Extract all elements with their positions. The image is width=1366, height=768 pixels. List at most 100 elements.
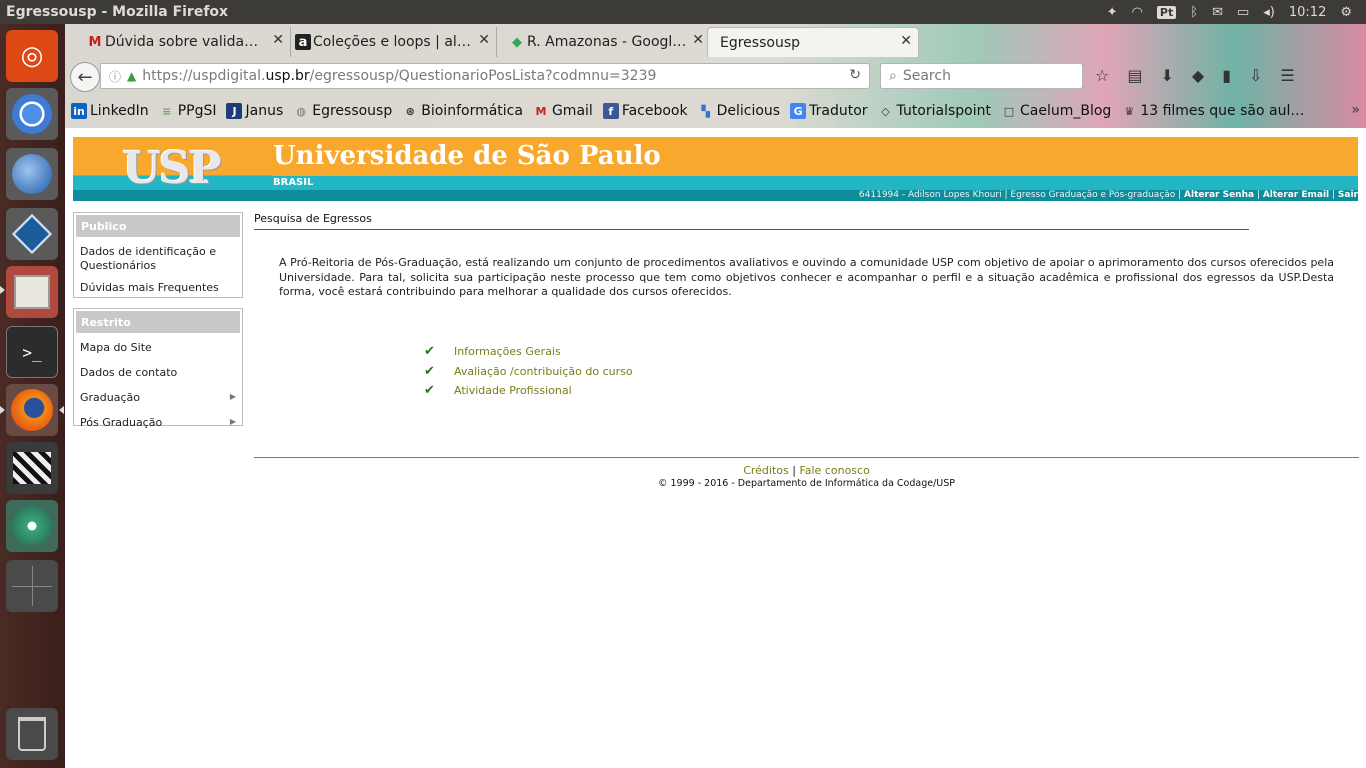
sidebar-item-pos-graduacao[interactable]: Pós Graduação ▶ <box>74 410 242 435</box>
close-tab-icon[interactable]: ✕ <box>900 33 912 49</box>
launcher-focused-indicator <box>59 406 64 414</box>
ubuntu-dash-icon[interactable]: ◎ <box>6 30 58 82</box>
keyboard-layout-indicator[interactable]: Pt <box>1156 5 1177 19</box>
gmail-icon: M <box>535 104 547 118</box>
toolbar-icons: ☆ ▤ ⬇ ◆ ▮ ⇩ ☰ <box>1095 66 1295 85</box>
url-prefix: https://uspdigital. <box>142 68 266 84</box>
sidebar-restrito: Restrito Mapa do Site Dados de contato G… <box>73 308 243 429</box>
footer-divider <box>254 457 1359 458</box>
checkmark-icon: ✔ <box>424 363 435 379</box>
bookmark-gmail[interactable]: M Gmail <box>533 103 592 119</box>
bookmark-bioinformatica[interactable]: ⊛ Bioinformática <box>402 103 523 119</box>
power-icon[interactable]: ⚙ <box>1340 5 1352 20</box>
tab-egressousp[interactable]: Egressousp ✕ <box>707 27 919 57</box>
extension-icon[interactable]: ◆ <box>1192 66 1204 85</box>
questionnaire-link[interactable]: Informações Gerais <box>454 345 561 358</box>
trash-icon[interactable] <box>6 708 58 760</box>
back-button[interactable]: ← <box>70 62 100 92</box>
bookmark-tradutor[interactable]: G Tradutor <box>790 103 868 119</box>
bookmark-label: Tradutor <box>809 103 868 119</box>
sidebar-item-dados-identificacao[interactable]: Dados de identificação e Questionários <box>74 239 242 278</box>
close-tab-icon[interactable]: ✕ <box>272 32 284 48</box>
chromium-icon[interactable] <box>6 88 58 140</box>
save-page-icon[interactable]: ⇩ <box>1249 66 1262 85</box>
sidebar-heading-restrito: Restrito <box>76 311 240 333</box>
bookmark-caelum-blog[interactable]: □ Caelum_Blog <box>1001 103 1112 119</box>
bioinformatica-icon: ⊛ <box>405 104 415 118</box>
battery-icon[interactable]: ▭ <box>1237 5 1249 20</box>
list-item[interactable]: ✔ Avaliação /contribuição do curso <box>424 362 633 382</box>
questionnaire-link[interactable]: Atividade Profissional <box>454 384 572 397</box>
usp-logo[interactable]: USP <box>109 143 233 194</box>
downloads-icon[interactable]: ⬇ <box>1160 66 1173 85</box>
fale-conosco-link[interactable]: Fale conosco <box>799 464 869 477</box>
video-editor-icon[interactable] <box>6 442 58 494</box>
list-item[interactable]: ✔ Informações Gerais <box>424 342 633 362</box>
alura-favicon-icon: a <box>295 34 311 50</box>
sidebar-item-mapa-site[interactable]: Mapa do Site <box>74 335 242 360</box>
chevron-right-icon[interactable]: » <box>1351 102 1360 118</box>
bookmark-delicious[interactable]: ▚ Delicious <box>698 103 781 119</box>
tab-google-maps[interactable]: ◆ R. Amazonas - Googl… ✕ <box>505 27 711 57</box>
list-item[interactable]: ✔ Atividade Profissional <box>424 381 633 401</box>
mail-icon[interactable]: ✉ <box>1212 5 1223 20</box>
bookmark-facebook[interactable]: f Facebook <box>602 103 688 119</box>
bookmark-label: Bioinformática <box>421 103 523 119</box>
google-translate-icon: G <box>790 103 807 119</box>
volume-icon[interactable]: ◂) <box>1263 5 1275 20</box>
sidebar-item-duvidas[interactable]: Dúvidas mais Frequentes <box>74 278 242 300</box>
close-tab-icon[interactable]: ✕ <box>692 32 704 48</box>
search-bar[interactable]: ⌕ Search <box>880 63 1083 89</box>
sidebar-item-label: Mapa do Site <box>80 341 152 354</box>
clipboard-icon[interactable]: ▮ <box>1222 66 1231 85</box>
tab-label: Coleções e loops | al… <box>313 34 471 50</box>
atom-icon[interactable] <box>6 500 58 552</box>
sidebar-item-dados-contato[interactable]: Dados de contato <box>74 360 242 385</box>
bluetooth-icon[interactable]: ᛒ <box>1190 5 1198 20</box>
files-icon[interactable] <box>6 266 58 318</box>
top-panel: Egressousp - Mozilla Firefox ✦ ◠ Pt ᛒ ✉ … <box>0 0 1366 24</box>
workspace-switcher-icon[interactable] <box>6 560 58 612</box>
bookmark-ppgsi[interactable]: ≡ PPgSI <box>159 103 216 119</box>
alterar-senha-link[interactable]: Alterar Senha <box>1184 190 1254 200</box>
bookmark-label: Janus <box>245 103 284 119</box>
alterar-email-link[interactable]: Alterar Email <box>1263 190 1329 200</box>
url-bar[interactable]: ⓘ ▲ https://uspdigital. usp.br/egressousp… <box>100 63 870 89</box>
bookmark-label: Delicious <box>716 103 781 119</box>
creditos-link[interactable]: Créditos <box>743 464 789 477</box>
bookmark-egressousp[interactable]: ◍ Egressousp <box>293 103 392 119</box>
main-content: Pesquisa de Egressos A Pró-Reitoria de P… <box>254 212 1359 398</box>
tab-label: Dúvida sobre valida… <box>105 34 259 50</box>
bookmark-linkedin[interactable]: in LinkedIn <box>71 103 149 119</box>
system-tray: ✦ ◠ Pt ᛒ ✉ ▭ ◂) 10:12 ⚙ <box>1107 5 1366 20</box>
clock[interactable]: 10:12 <box>1289 5 1326 20</box>
menu-icon[interactable]: ☰ <box>1280 66 1294 85</box>
questionnaire-link[interactable]: Avaliação /contribuição do curso <box>454 365 633 378</box>
tab-gmail[interactable]: M Dúvida sobre valida… ✕ <box>83 27 291 57</box>
site-info-icon[interactable]: ⓘ <box>109 68 121 85</box>
wifi-icon[interactable]: ◠ <box>1132 5 1143 20</box>
sidebar-item-label: Graduação <box>80 391 141 404</box>
sidebar-item-graduacao[interactable]: Graduação ▶ <box>74 385 242 410</box>
firefox-icon[interactable] <box>6 384 58 436</box>
close-tab-icon[interactable]: ✕ <box>478 32 490 48</box>
submenu-arrow-icon: ▶ <box>229 417 236 426</box>
virtualbox-icon[interactable] <box>6 208 58 260</box>
tab-alura[interactable]: a Coleções e loops | al… ✕ <box>291 27 497 57</box>
tutorialspoint-icon: ◇ <box>881 104 890 118</box>
bookmark-janus[interactable]: J Janus <box>226 103 283 119</box>
sair-link[interactable]: Sair <box>1338 190 1358 200</box>
dropbox-icon[interactable]: ✦ <box>1107 5 1118 20</box>
reading-list-icon[interactable]: ▤ <box>1127 66 1142 85</box>
browser-chrome: M Dúvida sobre valida… ✕ a Coleções e lo… <box>65 24 1366 128</box>
submenu-arrow-icon: ▶ <box>229 392 236 401</box>
bookmark-13-filmes[interactable]: ♛ 13 filmes que são aul… <box>1121 103 1304 119</box>
caelum-icon: □ <box>1003 104 1015 118</box>
bookmark-star-icon[interactable]: ☆ <box>1095 66 1109 85</box>
bookmark-tutorialspoint[interactable]: ◇ Tutorialspoint <box>878 103 991 119</box>
footer-links: Créditos | Fale conosco <box>254 464 1359 477</box>
thunderbird-icon[interactable] <box>6 148 58 200</box>
reload-icon[interactable]: ↻ <box>849 67 861 83</box>
terminal-icon[interactable]: >_ <box>6 326 58 378</box>
launcher-running-indicator <box>0 286 5 294</box>
